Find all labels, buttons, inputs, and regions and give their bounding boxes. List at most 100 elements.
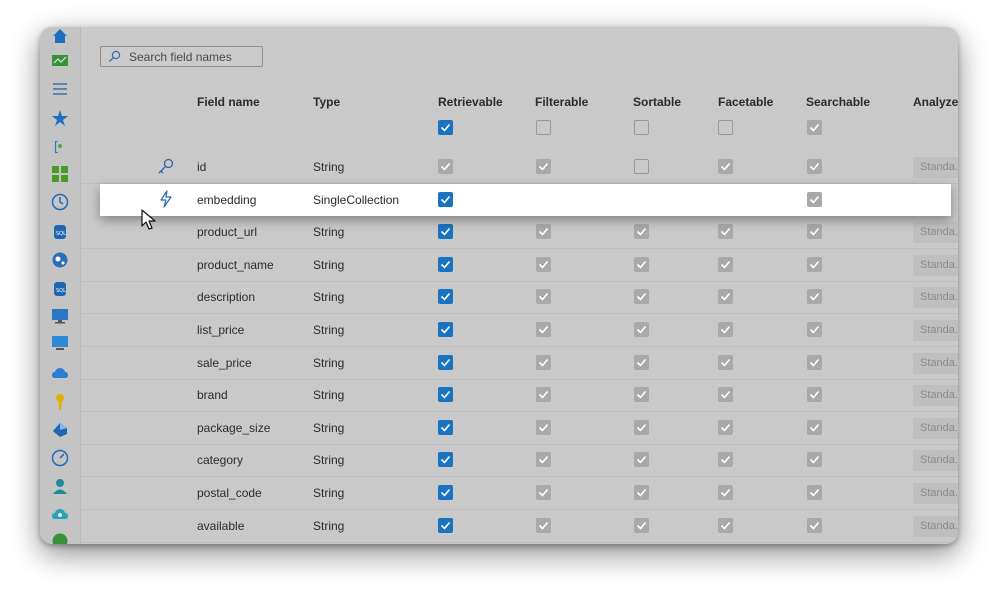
- sortable-checkbox: [634, 256, 649, 272]
- searchable-checkbox: [807, 256, 822, 272]
- grid-icon[interactable]: [51, 165, 69, 183]
- analyzer-dropdown[interactable]: Standa...: [913, 483, 958, 504]
- retrievable-checkbox[interactable]: [438, 354, 453, 370]
- col-header-field-name[interactable]: Field name: [197, 95, 260, 109]
- analyzer-value: Standa...: [920, 226, 958, 239]
- table-row[interactable]: product_name String Standa...: [81, 249, 958, 282]
- field-type-cell: String: [313, 453, 345, 468]
- header-checkbox-filterable[interactable]: [536, 120, 551, 135]
- filterable-checkbox: [536, 354, 551, 370]
- filterable-checkbox: [536, 387, 551, 403]
- col-header-analyzer[interactable]: Analyzer: [913, 95, 958, 109]
- globe-icon[interactable]: [51, 532, 69, 544]
- col-header-retrievable[interactable]: Retrievable: [438, 95, 503, 109]
- user-icon[interactable]: [51, 477, 69, 495]
- home-icon[interactable]: [51, 27, 69, 45]
- analyzer-dropdown[interactable]: Standa...: [913, 320, 958, 341]
- facetable-checkbox: [718, 256, 733, 272]
- table-row[interactable]: list_price String Standa...: [81, 314, 958, 347]
- retrievable-checkbox[interactable]: [438, 485, 453, 500]
- analyzer-value: Standa...: [920, 487, 958, 499]
- field-type-cell: String: [313, 257, 345, 272]
- col-header-facetable[interactable]: Facetable: [718, 95, 773, 109]
- header-checkbox-facetable[interactable]: [718, 120, 733, 135]
- analyzer-dropdown[interactable]: Standa...: [913, 417, 958, 439]
- analyzer-value: Standa...: [920, 291, 958, 304]
- col-header-searchable[interactable]: Searchable: [806, 95, 870, 109]
- search-box[interactable]: [100, 46, 263, 67]
- retrievable-checkbox[interactable]: [438, 191, 453, 207]
- retrievable-checkbox[interactable]: [438, 452, 453, 468]
- analyzer-dropdown[interactable]: Standa...: [913, 450, 958, 472]
- table-row[interactable]: id String Standa...: [81, 151, 958, 184]
- analyzer-dropdown[interactable]: Standa...: [913, 157, 958, 178]
- searchable-checkbox: [807, 191, 822, 207]
- analyzer-dropdown[interactable]: Standa...: [913, 352, 958, 374]
- col-header-sortable[interactable]: Sortable: [633, 95, 681, 109]
- retrievable-checkbox[interactable]: [438, 224, 453, 240]
- filterable-checkbox: [536, 159, 551, 174]
- settings-cloud-icon[interactable]: [51, 506, 69, 524]
- dashboard-gauge-icon[interactable]: [51, 449, 69, 467]
- monitor-icon[interactable]: [51, 334, 69, 352]
- facetable-checkbox: [718, 322, 733, 337]
- field-type-cell: String: [313, 323, 345, 337]
- field-name-cell: available: [197, 518, 245, 533]
- field-type-cell: String: [313, 518, 345, 533]
- retrievable-checkbox[interactable]: [438, 387, 453, 403]
- table-row[interactable]: description String Standa...: [81, 281, 958, 315]
- app-window: [ ] SQL SQL Field name Type Retrievable Fi…: [40, 27, 958, 544]
- header-checkbox-retrievable[interactable]: [438, 120, 453, 135]
- monitor-chart-icon[interactable]: [51, 52, 69, 70]
- virtual-machine-icon[interactable]: [51, 307, 69, 325]
- facetable-checkbox: [718, 452, 733, 468]
- sortable-checkbox[interactable]: [634, 159, 649, 174]
- header-checkbox-searchable: [807, 120, 822, 135]
- analyzer-value: Standa...: [920, 161, 958, 173]
- brackets-icon[interactable]: [ ]: [51, 137, 69, 155]
- field-type-cell: String: [313, 160, 345, 174]
- analyzer-dropdown[interactable]: Standa...: [913, 287, 958, 309]
- table-row[interactable]: package_size String Standa...: [81, 412, 958, 445]
- analyzer-value: Standa...: [920, 389, 958, 402]
- table-row[interactable]: category String Standa...: [81, 444, 958, 478]
- table-row[interactable]: sale_price String Standa...: [81, 347, 958, 380]
- field-name-cell: brand: [197, 388, 228, 403]
- clock-icon[interactable]: [51, 193, 69, 211]
- retrievable-checkbox[interactable]: [438, 322, 453, 337]
- searchable-checkbox: [807, 419, 822, 435]
- sql-database-icon[interactable]: SQL: [51, 223, 69, 241]
- cosmos-icon[interactable]: [51, 251, 69, 269]
- searchable-checkbox: [807, 354, 822, 370]
- svg-text:SQL: SQL: [56, 288, 66, 294]
- analyzer-dropdown[interactable]: Standa...: [913, 385, 958, 407]
- list-icon[interactable]: [51, 80, 69, 98]
- analyzer-dropdown[interactable]: Standa...: [913, 515, 958, 537]
- field-type-cell: SingleCollection: [313, 192, 400, 207]
- table-row[interactable]: embedding SingleCollection: [100, 183, 951, 216]
- analyzer-dropdown[interactable]: Standa...: [913, 254, 958, 276]
- searchable-checkbox: [807, 517, 822, 533]
- analyzer-dropdown[interactable]: Standa...: [913, 222, 958, 244]
- devops-icon[interactable]: [51, 421, 69, 439]
- sql-server-icon[interactable]: SQL: [51, 280, 69, 298]
- field-type-cell: String: [313, 420, 345, 435]
- cloud-icon[interactable]: [51, 364, 69, 382]
- table-row[interactable]: available String Standa...: [81, 510, 958, 543]
- retrievable-checkbox[interactable]: [438, 517, 453, 533]
- search-input[interactable]: [129, 48, 257, 65]
- table-row[interactable]: brand String Standa...: [81, 379, 958, 413]
- retrievable-checkbox: [438, 159, 453, 174]
- col-header-filterable[interactable]: Filterable: [535, 95, 588, 109]
- sortable-checkbox: [634, 224, 649, 240]
- searchable-checkbox: [807, 452, 822, 468]
- table-row[interactable]: product_url String Standa...: [81, 216, 958, 250]
- col-header-type[interactable]: Type: [313, 95, 340, 109]
- header-checkbox-sortable[interactable]: [634, 120, 649, 135]
- key-icon[interactable]: [51, 393, 69, 411]
- table-row[interactable]: postal_code String Standa...: [81, 477, 958, 510]
- retrievable-checkbox[interactable]: [438, 256, 453, 272]
- retrievable-checkbox[interactable]: [438, 419, 453, 435]
- retrievable-checkbox[interactable]: [438, 289, 453, 305]
- star-icon[interactable]: [51, 109, 69, 127]
